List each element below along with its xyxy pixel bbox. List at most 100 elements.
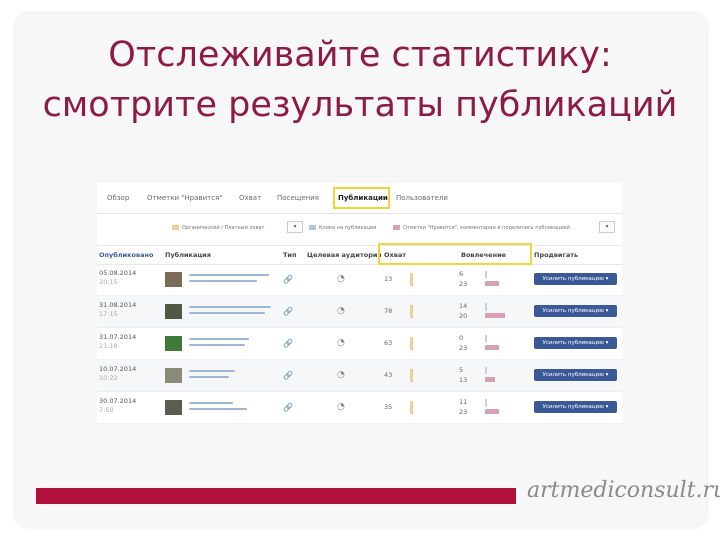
engagement-values: 14 20 <box>459 301 467 321</box>
target-audience-icon: ◔ <box>337 338 345 348</box>
title-line-2: смотрите результаты публикаций <box>42 85 678 125</box>
target-audience-icon: ◔ <box>337 274 345 284</box>
engagement-values: 5 13 <box>459 365 467 385</box>
boost-post-button[interactable]: Усилить публикацию ▾ <box>534 273 617 285</box>
engagement-reactions: 23 <box>459 280 468 288</box>
reactions-bar <box>485 313 505 318</box>
legend-swatch <box>309 225 316 230</box>
engagement-reactions: 23 <box>459 408 468 416</box>
header-type: Тип <box>283 251 297 259</box>
reactions-bar <box>485 377 495 382</box>
reach-value: 43 <box>384 371 393 379</box>
post-thumbnail[interactable] <box>165 400 182 415</box>
clicks-bar <box>485 399 487 407</box>
footer-logo: artmediconsult.ru <box>527 478 720 503</box>
legend-label: Отметки "Нравится", комментарии и подели… <box>403 225 571 231</box>
engagement-clicks: 11 <box>459 398 468 406</box>
post-text-line[interactable] <box>189 408 247 410</box>
reach-bar <box>410 273 413 286</box>
post-time: 10:22 <box>99 374 118 382</box>
reactions-bar <box>485 281 499 286</box>
post-date: 31.07.2014 21:18 <box>99 333 136 351</box>
tab-overview[interactable]: Обзор <box>107 194 129 202</box>
reach-bar <box>410 369 413 382</box>
table-row: 31.07.2014 21:18 🔗 ◔ 63 0 23 Усилить публи… <box>97 328 622 360</box>
reach-value: 13 <box>384 275 393 283</box>
engagement-reactions: 20 <box>459 312 468 320</box>
post-thumbnail[interactable] <box>165 368 182 383</box>
post-text-line[interactable] <box>189 344 245 346</box>
boost-post-button[interactable]: Усилить публикацию ▾ <box>534 401 617 413</box>
reactions-bar <box>485 345 499 350</box>
tab-likes[interactable]: Отметки "Нравится" <box>147 194 223 202</box>
tab-visits[interactable]: Посещения <box>277 194 319 202</box>
post-date-value: 31.08.2014 <box>99 301 137 309</box>
reach-value: 63 <box>384 339 393 347</box>
clicks-bar <box>485 367 487 374</box>
header-published[interactable]: Опубликовано <box>99 251 153 259</box>
boost-label: Усилить публикацию <box>542 372 604 378</box>
post-text-line[interactable] <box>189 280 257 282</box>
chevron-down-icon: ▾ <box>605 404 609 410</box>
chevron-down-icon: ▾ <box>605 308 609 314</box>
tab-people[interactable]: Пользователи <box>396 194 448 202</box>
post-text-line[interactable] <box>189 274 269 276</box>
engagement-reactions: 23 <box>459 344 468 352</box>
post-text-line[interactable] <box>189 370 235 372</box>
reach-bar <box>410 401 413 414</box>
post-date: 10.07.2014 10:22 <box>99 365 136 383</box>
post-text-line[interactable] <box>189 306 271 308</box>
active-tab-highlight <box>333 187 390 209</box>
reach-bar <box>410 337 413 350</box>
boost-post-button[interactable]: Усилить публикацию ▾ <box>534 337 617 349</box>
post-date: 31.08.2014 17:15 <box>99 301 136 319</box>
post-text-line[interactable] <box>189 338 249 340</box>
clicks-bar <box>485 335 487 342</box>
chevron-down-icon: ▾ <box>605 372 609 378</box>
target-audience-icon: ◔ <box>337 402 345 412</box>
clicks-bar <box>485 303 487 311</box>
boost-post-button[interactable]: Усилить публикацию ▾ <box>534 305 617 317</box>
engagement-values: 11 23 <box>459 397 467 417</box>
insights-screenshot: Обзор Отметки "Нравится" Охват Посещения… <box>97 183 622 424</box>
engagement-values: 6 23 <box>459 269 467 289</box>
legend-label: Органический / Платный охват <box>182 225 265 231</box>
table-row: 30.07.2014 7:50 🔗 ◔ 35 11 23 Усилить публи… <box>97 392 622 424</box>
post-text-line[interactable] <box>189 312 265 314</box>
link-icon: 🔗 <box>283 275 293 284</box>
legend-engagement: Отметки "Нравится", комментарии и подели… <box>393 225 570 231</box>
post-text-line[interactable] <box>189 376 229 378</box>
post-thumbnail[interactable] <box>165 304 182 319</box>
boost-post-button[interactable]: Усилить публикацию ▾ <box>534 369 617 381</box>
legend-dropdown-1[interactable]: ▾ <box>287 221 303 233</box>
post-thumbnail[interactable] <box>165 272 182 287</box>
post-date-value: 31.07.2014 <box>99 333 137 341</box>
header-post: Публикация <box>165 251 211 259</box>
table-row: 10.07.2014 10:22 🔗 ◔ 43 5 13 Усилить публи… <box>97 360 622 392</box>
engagement-clicks: 0 <box>459 334 464 342</box>
tab-reach[interactable]: Охват <box>239 194 261 202</box>
legend-dropdown-2[interactable]: ▾ <box>599 221 615 233</box>
post-time: 7:50 <box>99 406 114 414</box>
boost-label: Усилить публикацию <box>542 308 604 314</box>
boost-label: Усилить публикацию <box>542 340 604 346</box>
engagement-clicks: 14 <box>459 302 468 310</box>
reach-bar <box>410 305 413 318</box>
chevron-down-icon: ▾ <box>293 223 297 230</box>
boost-label: Усилить публикацию <box>542 404 604 410</box>
chevron-down-icon: ▾ <box>605 276 609 282</box>
post-time: 20:15 <box>99 278 118 286</box>
table-header: Опубликовано Публикация Тип Целевая ауди… <box>97 245 622 265</box>
post-date-value: 05.08.2014 <box>99 269 137 277</box>
title-line-1: Отслеживайте статистику: <box>108 35 612 75</box>
chevron-down-icon: ▾ <box>605 223 609 230</box>
engagement-values: 0 23 <box>459 333 467 353</box>
post-text-line[interactable] <box>189 402 233 404</box>
post-date-value: 10.07.2014 <box>99 365 137 373</box>
engagement-clicks: 5 <box>459 366 464 374</box>
post-thumbnail[interactable] <box>165 336 182 351</box>
insights-tabs: Обзор Отметки "Нравится" Охват Посещения… <box>97 183 622 214</box>
post-date: 05.08.2014 20:15 <box>99 269 136 287</box>
header-promote: Продвигать <box>534 251 579 259</box>
boost-label: Усилить публикацию <box>542 276 604 282</box>
